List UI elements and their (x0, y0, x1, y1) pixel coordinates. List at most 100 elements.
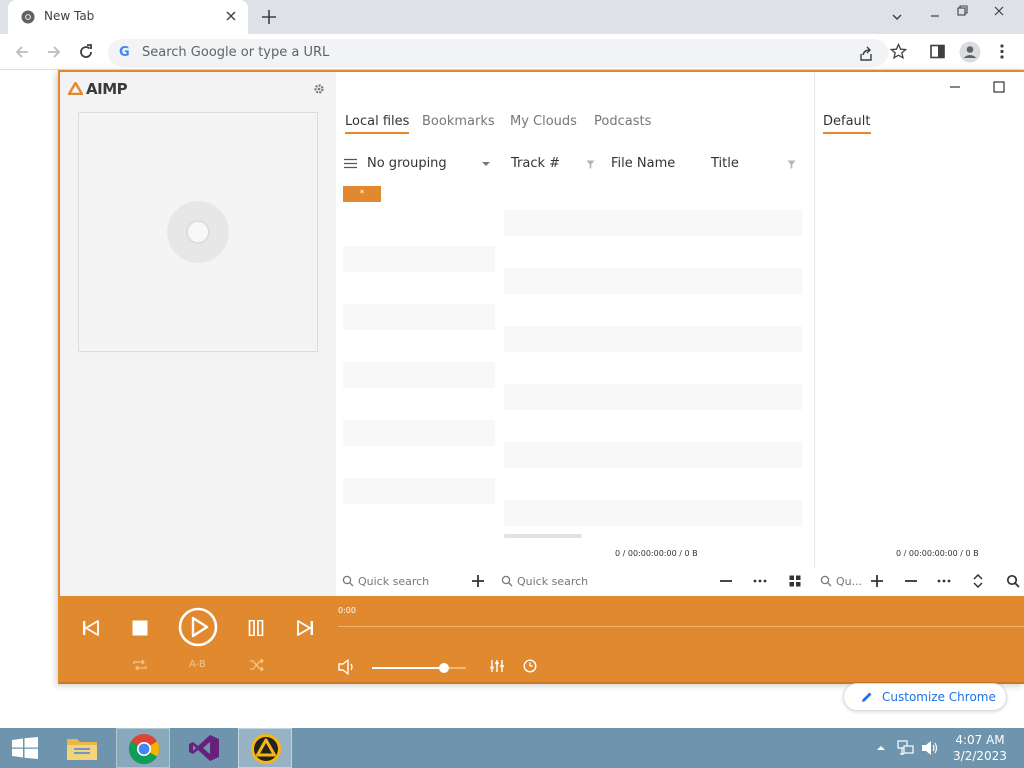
column-title[interactable]: Title (711, 156, 739, 171)
search-icon (820, 575, 832, 587)
add-folder-plus-icon[interactable] (471, 574, 485, 588)
track-list-row (504, 268, 802, 294)
aimp-logo-text: AIMP (86, 80, 128, 98)
close-window-icon[interactable] (992, 4, 1006, 18)
chrome-tab-strip: New Tab (0, 0, 1024, 34)
windows-taskbar: 4:07 AM 3/2/2023 (0, 728, 1024, 768)
remove-minus-icon[interactable] (719, 574, 733, 588)
search-icon (342, 575, 354, 587)
aimp-window: AIMP Local files Bookmarks My Clouds Pod… (58, 70, 1024, 684)
restore-icon[interactable] (955, 4, 969, 18)
horizontal-scrollbar[interactable] (504, 534, 582, 538)
reload-icon[interactable] (77, 43, 95, 61)
play-icon[interactable] (178, 607, 218, 647)
close-tab-icon[interactable] (225, 10, 237, 22)
grid-view-icon[interactable] (788, 574, 802, 588)
grouping-dropdown-icon[interactable] (481, 160, 491, 168)
tab-new-tab[interactable]: New Tab (8, 0, 248, 34)
equalizer-icon[interactable] (490, 659, 504, 673)
playlist-status: 0 / 00:00:00:00 / 0 B (896, 549, 979, 558)
shuffle-icon[interactable] (249, 658, 265, 672)
settings-gear-icon[interactable] (313, 83, 325, 95)
sleep-timer-clock-icon[interactable] (523, 659, 537, 673)
library-status: 0 / 00:00:00:00 / 0 B (615, 549, 698, 558)
more-vertical-icon[interactable] (996, 43, 1008, 60)
share-icon[interactable] (858, 46, 874, 62)
track-filter-icon[interactable] (586, 160, 595, 169)
tab-bookmarks[interactable]: Bookmarks (422, 114, 495, 129)
volume-slider-fill (372, 667, 445, 669)
track-list-row (504, 384, 802, 410)
new-tab-plus-icon[interactable] (260, 8, 278, 26)
minimize-icon[interactable] (928, 9, 942, 23)
next-track-icon[interactable] (296, 620, 314, 636)
forward-arrow-icon[interactable] (45, 43, 63, 61)
stop-icon[interactable] (132, 620, 148, 636)
taskbar-file-explorer[interactable] (56, 728, 110, 768)
customize-chrome-label: Customize Chrome (882, 690, 996, 704)
tab-default-playlist[interactable]: Default (823, 114, 871, 134)
column-track-number[interactable]: Track # (511, 156, 560, 171)
current-time: 0:00 (338, 606, 356, 615)
tab-podcasts[interactable]: Podcasts (594, 114, 651, 129)
previous-track-icon[interactable] (82, 620, 100, 636)
tab-title: New Tab (44, 9, 95, 23)
remove-file-minus-icon[interactable] (904, 574, 918, 588)
volume-tray-icon[interactable] (921, 740, 939, 756)
bookmark-star-icon[interactable] (890, 43, 907, 60)
repeat-icon[interactable] (132, 658, 148, 672)
chrome-app-icon (128, 733, 160, 765)
playlist-more-horizontal-icon[interactable] (937, 574, 951, 588)
aimp-minimize-icon[interactable] (948, 80, 962, 94)
playlist-divider (814, 72, 815, 596)
side-panel-icon[interactable] (929, 43, 946, 60)
group-list-row (343, 478, 495, 504)
seek-bar[interactable] (338, 626, 1024, 627)
google-g-icon: G (119, 45, 130, 60)
clock-date: 3/2/2023 (953, 749, 1007, 763)
quick-search-groups-input[interactable]: Quick search (358, 575, 429, 588)
windows-start-icon[interactable] (12, 737, 38, 759)
more-horizontal-icon[interactable] (753, 574, 767, 588)
taskbar-aimp[interactable] (238, 728, 292, 768)
album-cover-placeholder (78, 112, 318, 352)
back-arrow-icon[interactable] (13, 43, 31, 61)
customize-chrome-button[interactable]: Customize Chrome (843, 683, 1007, 711)
track-list-row (504, 442, 802, 468)
group-all-button[interactable]: * (343, 186, 381, 202)
quick-search-tracks-input[interactable]: Quick search (517, 575, 588, 588)
volume-speaker-icon[interactable] (338, 659, 356, 675)
show-hidden-icons-icon[interactable] (876, 744, 886, 752)
title-filter-icon[interactable] (787, 160, 796, 169)
aimp-maximize-icon[interactable] (992, 80, 1006, 94)
quick-search-playlist-input[interactable]: Qu... (836, 575, 862, 588)
omnibox[interactable]: G Search Google or type a URL (108, 39, 888, 67)
column-file-name[interactable]: File Name (611, 156, 675, 171)
player-control-bar: A-B 0:00 (60, 596, 1024, 682)
grouping-selector[interactable]: No grouping (367, 156, 447, 171)
volume-slider-handle[interactable] (439, 663, 450, 673)
grouping-menu-icon[interactable] (344, 158, 357, 169)
profile-avatar-icon[interactable] (959, 41, 981, 63)
group-list-row (343, 246, 495, 272)
taskbar-chrome[interactable] (116, 728, 170, 768)
aimp-logo-triangle-icon (68, 82, 83, 95)
playlist-search-icon[interactable] (1006, 574, 1020, 588)
tab-my-clouds[interactable]: My Clouds (510, 114, 577, 129)
network-icon[interactable] (897, 740, 915, 756)
track-list-row (504, 326, 802, 352)
tab-local-files[interactable]: Local files (345, 114, 410, 134)
add-file-plus-icon[interactable] (870, 574, 884, 588)
sort-updown-icon[interactable] (973, 574, 983, 588)
ab-repeat-toggle[interactable]: A-B (189, 659, 206, 670)
search-icon (501, 575, 513, 587)
pause-icon[interactable] (248, 620, 264, 636)
group-list-row (343, 420, 495, 446)
chrome-favicon-icon (21, 10, 35, 24)
track-list-row (504, 500, 802, 526)
disc-icon (167, 201, 229, 263)
system-clock[interactable]: 4:07 AM 3/2/2023 (948, 732, 1012, 764)
taskbar-visual-studio[interactable] (177, 728, 231, 768)
omnibox-placeholder: Search Google or type a URL (142, 45, 330, 60)
tab-search-chevron-icon[interactable] (890, 10, 904, 24)
